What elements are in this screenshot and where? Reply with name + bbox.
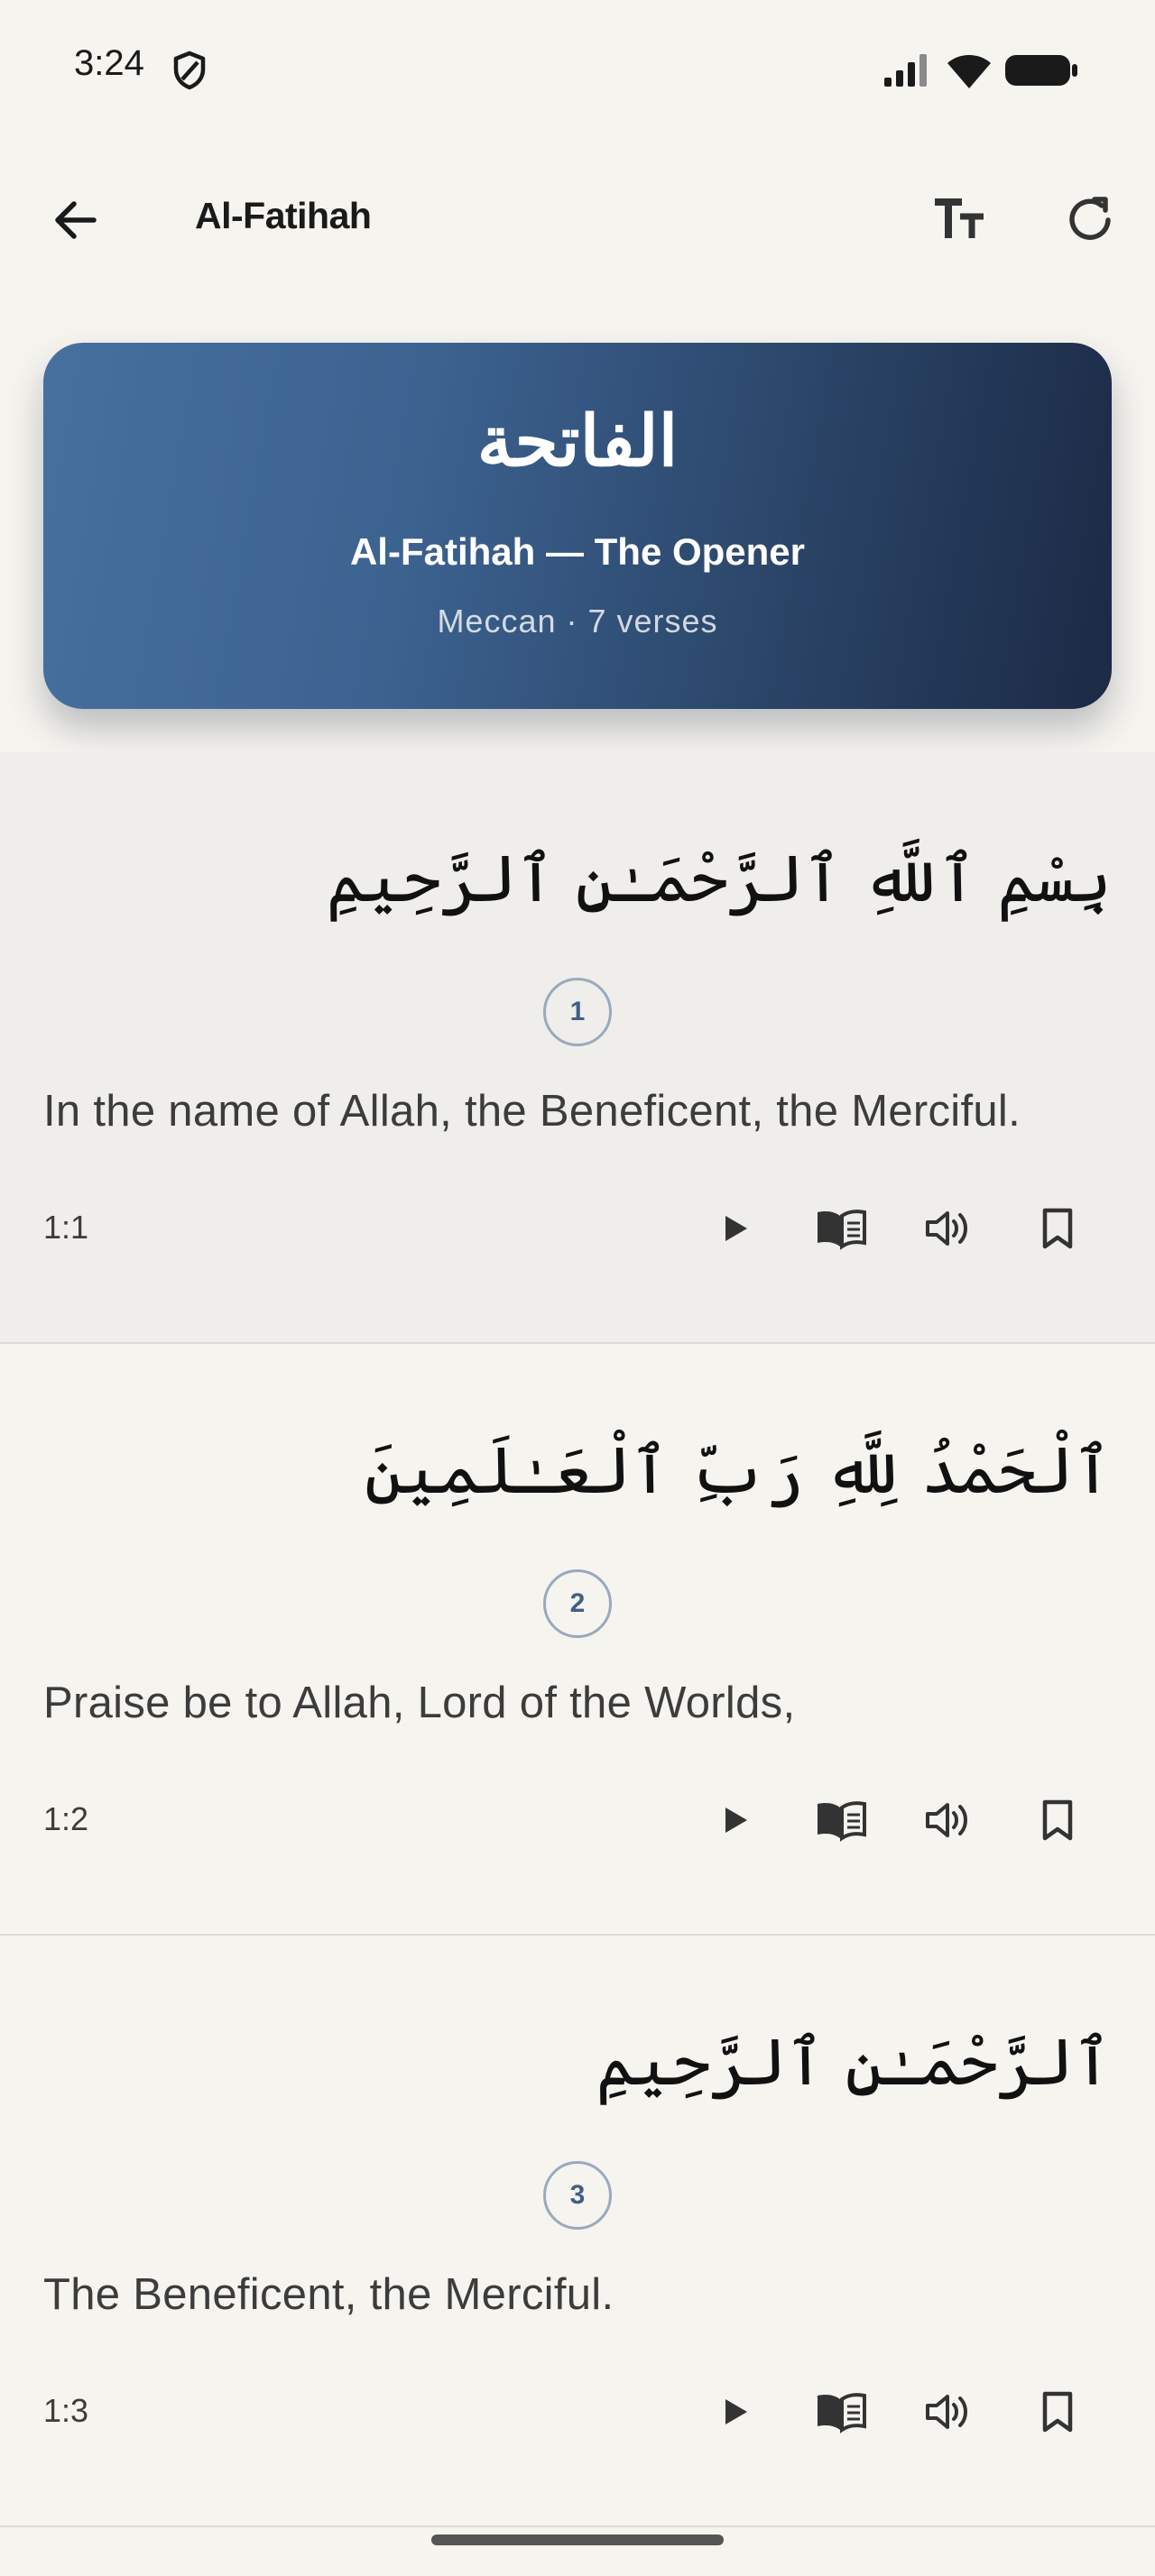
tafsir-button[interactable]: [805, 1192, 877, 1265]
page-title: Al-Fatihah: [195, 195, 372, 236]
bookmark-button[interactable]: [1021, 2376, 1094, 2448]
verse-item[interactable]: ٱلْحَمْدُ لِلَّهِ رَبِّ ٱلْعَـٰلَمِينَ 2…: [0, 1344, 1155, 1936]
bookmark-button[interactable]: [1021, 1192, 1094, 1265]
verse-translation: Praise be to Allah, Lord of the Worlds,: [43, 1679, 796, 1727]
play-icon: [725, 2399, 747, 2424]
open-book-icon: [818, 1210, 866, 1250]
app-bar: Al-Fatihah: [0, 162, 1155, 271]
verse-translation: In the name of Allah, the Beneficent, th…: [43, 1087, 1021, 1136]
verse-actions: [0, 1192, 1155, 1265]
status-time: 3:24: [74, 43, 144, 83]
tafsir-button[interactable]: [805, 2376, 877, 2448]
verse-item[interactable]: بِسْمِ ٱللَّهِ ٱلرَّحْمَـٰنِ ٱلرَّحِيمِ …: [0, 752, 1155, 1344]
verse-arabic-text: ٱلرَّحْمَـٰنِ ٱلرَّحِيمِ: [596, 2024, 1112, 2100]
reader-screen: 3:24 Al-Fatihah الفاتحة Al-Fatihah — The…: [0, 0, 1155, 2576]
speaker-icon: [926, 1803, 967, 1837]
open-book-icon: [818, 1801, 866, 1842]
surah-name: Al-Fatihah — The Opener: [349, 530, 806, 573]
refresh-button[interactable]: [1054, 184, 1126, 256]
bookmark-button[interactable]: [1021, 1784, 1094, 1856]
verse-arabic-text: ٱلْحَمْدُ لِلَّهِ رَبِّ ٱلْعَـٰلَمِينَ: [364, 1432, 1112, 1508]
battery-icon: [1005, 55, 1077, 86]
surah-arabic-name: الفاتحة: [476, 400, 679, 483]
recitation-audio-button[interactable]: [911, 1784, 984, 1856]
status-bar: 3:24: [0, 0, 1155, 135]
back-button[interactable]: [40, 184, 112, 256]
wifi-icon: [947, 55, 991, 88]
recitation-audio-button[interactable]: [911, 2376, 984, 2448]
verse-number-badge: 2: [543, 1569, 612, 1638]
verse-translation: The Beneficent, the Merciful.: [43, 2270, 614, 2319]
verse-number-badge: 1: [543, 978, 612, 1046]
tafsir-button[interactable]: [805, 1784, 877, 1856]
home-indicator[interactable]: [431, 2535, 724, 2545]
bookmark-icon: [1042, 2391, 1073, 2433]
verse-actions: [0, 1784, 1155, 1856]
shield-icon: [173, 51, 206, 90]
play-button[interactable]: [698, 2376, 771, 2448]
surah-meta: Meccan · 7 verses: [437, 603, 718, 639]
play-icon: [725, 1216, 747, 1241]
open-book-icon: [818, 2393, 866, 2433]
play-button[interactable]: [698, 1784, 771, 1856]
surah-header-card: الفاتحة Al-Fatihah — The Opener Meccan ·…: [43, 343, 1112, 709]
cellular-signal-icon: [884, 54, 927, 87]
play-icon: [725, 1808, 747, 1833]
bookmark-icon: [1042, 1799, 1073, 1841]
play-button[interactable]: [698, 1192, 771, 1265]
arrow-left-icon: [55, 201, 97, 239]
refresh-icon: [1069, 197, 1111, 240]
verse-number-badge: 3: [543, 2161, 612, 2230]
bookmark-icon: [1042, 1208, 1073, 1249]
verse-arabic-text: بِسْمِ ٱللَّهِ ٱلرَّحْمَـٰنِ ٱلرَّحِيمِ: [326, 841, 1112, 916]
text-size-button[interactable]: [924, 184, 996, 256]
verse-actions: [0, 2376, 1155, 2448]
verse-item[interactable]: ٱلرَّحْمَـٰنِ ٱلرَّحِيمِ 3 The Beneficen…: [0, 1936, 1155, 2527]
speaker-icon: [926, 1211, 967, 1246]
recitation-audio-button[interactable]: [911, 1192, 984, 1265]
text-size-icon: [935, 198, 984, 238]
speaker-icon: [926, 2395, 967, 2429]
